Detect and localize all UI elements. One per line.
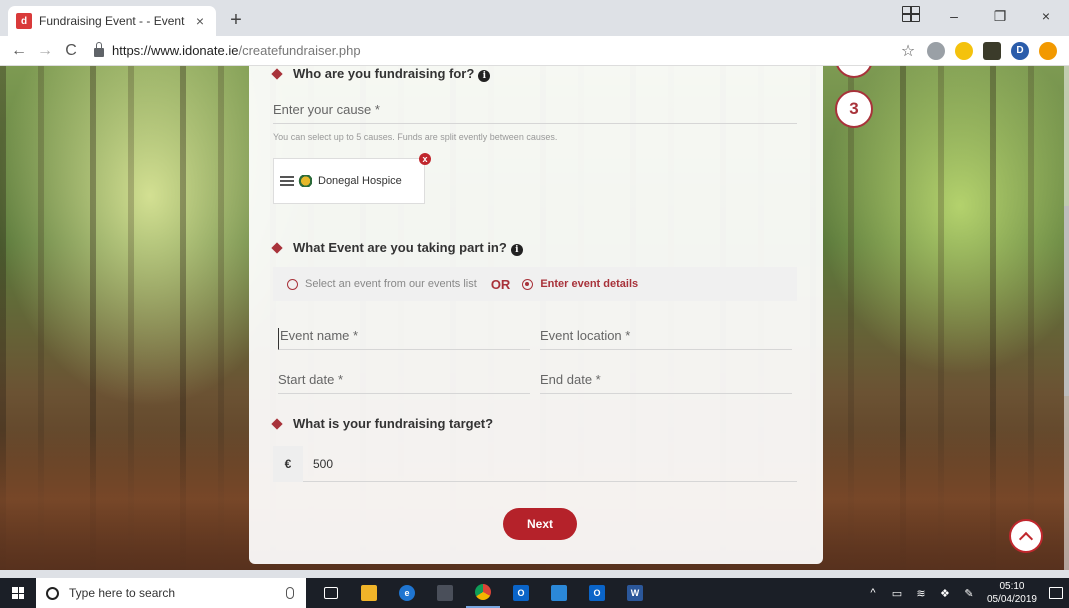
address-bar[interactable]: https://www.idonate.ie/createfundraiser.… xyxy=(94,38,874,64)
dropbox-icon[interactable]: ❖ xyxy=(939,587,951,600)
page-background: 3 Who are you fundraising for? i Enter yo… xyxy=(0,66,1069,570)
pen-icon[interactable]: ✎ xyxy=(963,587,975,600)
event-name-input[interactable]: Event name * xyxy=(278,328,530,350)
fundraiser-form-card: Who are you fundraising for? i Enter your… xyxy=(249,66,823,564)
edge-browser-icon[interactable]: e xyxy=(390,578,424,608)
clock-time: 05:10 xyxy=(999,581,1025,592)
end-date-input[interactable]: End date * xyxy=(540,372,792,394)
clock-date: 05/04/2019 xyxy=(986,594,1037,605)
target-heading-text: What is your fundraising target? xyxy=(293,416,494,431)
url-host: https://www.idonate.ie xyxy=(112,43,239,58)
cause-section-heading: Who are you fundraising for? i xyxy=(271,66,491,82)
taskbar-search-placeholder: Type here to search xyxy=(69,586,176,600)
wifi-icon[interactable]: ≋ xyxy=(915,587,927,600)
extension-face-icon[interactable] xyxy=(927,41,945,60)
selected-cause-chip: Donegal Hospice xyxy=(273,158,425,204)
lock-icon xyxy=(94,42,104,57)
windows-logo-icon xyxy=(12,587,24,599)
windows-taskbar: Type here to search e O O W ^ ▭ ≋ ❖ ✎ 05… xyxy=(0,578,1069,608)
minimize-button[interactable]: – xyxy=(931,0,977,32)
action-center-icon[interactable] xyxy=(1049,587,1063,599)
bookmark-star-icon[interactable]: ☆ xyxy=(899,41,917,61)
diamond-bullet-icon xyxy=(271,417,283,430)
extension-record-icon[interactable] xyxy=(955,41,973,60)
browser-tab[interactable]: d Fundraising Event - - Event Chari × xyxy=(8,6,216,36)
euro-currency-icon: € xyxy=(273,445,303,482)
tab-title: Fundraising Event - - Event Chari xyxy=(39,14,185,28)
event-section-heading: What Event are you taking part in? i xyxy=(271,240,523,256)
chevron-up-icon xyxy=(1018,531,1034,546)
radio-enter-details-label[interactable]: Enter event details xyxy=(540,278,638,290)
tab-close-icon[interactable]: × xyxy=(192,13,208,29)
window-close-button[interactable]: × xyxy=(1023,0,1069,32)
scrollbar-thumb[interactable] xyxy=(1064,206,1069,396)
paint-app-icon[interactable] xyxy=(542,578,576,608)
idonate-favicon-icon: d xyxy=(16,13,32,29)
taskbar-search-box[interactable]: Type here to search xyxy=(36,578,306,608)
microphone-icon[interactable] xyxy=(286,587,294,599)
diamond-bullet-icon xyxy=(271,68,283,80)
restore-button[interactable]: ❐ xyxy=(977,0,1023,32)
target-amount-value[interactable]: 500 xyxy=(303,457,333,471)
window-controls: – ❐ × xyxy=(931,0,1069,32)
diamond-bullet-icon xyxy=(271,242,283,254)
chrome-browser-icon[interactable] xyxy=(466,578,500,608)
info-icon[interactable]: i xyxy=(510,244,523,256)
back-button[interactable]: ← xyxy=(6,38,32,64)
radio-events-list[interactable] xyxy=(287,278,298,290)
url-path: /createfundraiser.php xyxy=(238,43,361,58)
taskbar-clock[interactable]: 05:10 05/04/2019 xyxy=(987,580,1037,606)
window-snap-icon[interactable] xyxy=(902,6,920,22)
target-amount-field[interactable]: € 500 xyxy=(273,445,797,482)
word-icon[interactable]: W xyxy=(618,578,652,608)
selected-cause-name: Donegal Hospice xyxy=(318,175,402,187)
page-scrollbar[interactable] xyxy=(1064,66,1069,570)
radio-events-list-label[interactable]: Select an event from our events list xyxy=(305,278,477,290)
cause-heading-text: Who are you fundraising for? xyxy=(293,66,475,81)
file-explorer-icon[interactable] xyxy=(352,578,386,608)
update-alert-icon[interactable] xyxy=(1039,41,1057,60)
info-icon[interactable]: i xyxy=(478,70,491,82)
task-view-icon[interactable] xyxy=(314,578,348,608)
or-separator: OR xyxy=(490,276,511,292)
start-date-input[interactable]: Start date * xyxy=(278,372,530,394)
scroll-to-top-button[interactable] xyxy=(1009,519,1043,553)
cause-input[interactable]: Enter your cause * xyxy=(273,102,797,124)
radio-enter-details[interactable] xyxy=(522,278,534,290)
donegal-hospice-logo-icon xyxy=(280,175,312,187)
system-tray: ^ ▭ ≋ ❖ ✎ 05:10 05/04/2019 xyxy=(867,580,1069,606)
event-type-radio-group: Select an event from our events list OR … xyxy=(273,267,797,301)
browser-tab-bar: d Fundraising Event - - Event Chari × + … xyxy=(0,0,1069,36)
start-button[interactable] xyxy=(0,578,36,608)
extension-check-icon[interactable] xyxy=(983,41,1001,60)
new-tab-button[interactable]: + xyxy=(224,8,248,32)
store-icon[interactable] xyxy=(428,578,462,608)
forward-button[interactable]: → xyxy=(32,38,58,64)
event-heading-text: What Event are you taking part in? xyxy=(293,240,507,255)
browser-toolbar: ← → C https://www.idonate.ie/createfundr… xyxy=(0,36,1069,66)
step-indicator-prev xyxy=(835,66,873,78)
cortana-circle-icon xyxy=(46,586,59,600)
reload-button[interactable]: C xyxy=(58,38,84,64)
cause-helper-text: You can select up to 5 causes. Funds are… xyxy=(273,132,558,142)
outlook-second-icon[interactable]: O xyxy=(580,578,614,608)
next-button[interactable]: Next xyxy=(503,508,577,540)
chevron-up-tray-icon[interactable]: ^ xyxy=(867,587,879,599)
step-indicator-3: 3 xyxy=(835,90,873,128)
event-location-input[interactable]: Event location * xyxy=(540,328,792,350)
outlook-icon[interactable]: O xyxy=(504,578,538,608)
taskbar-pinned-apps: e O O W xyxy=(314,578,652,608)
target-section-heading: What is your fundraising target? xyxy=(271,416,494,431)
remove-cause-icon[interactable]: x xyxy=(419,153,431,165)
toolbar-actions: ☆ D xyxy=(899,41,1063,61)
battery-icon[interactable]: ▭ xyxy=(891,587,903,600)
url-text: https://www.idonate.ie/createfundraiser.… xyxy=(112,43,361,58)
profile-avatar[interactable]: D xyxy=(1011,41,1029,60)
